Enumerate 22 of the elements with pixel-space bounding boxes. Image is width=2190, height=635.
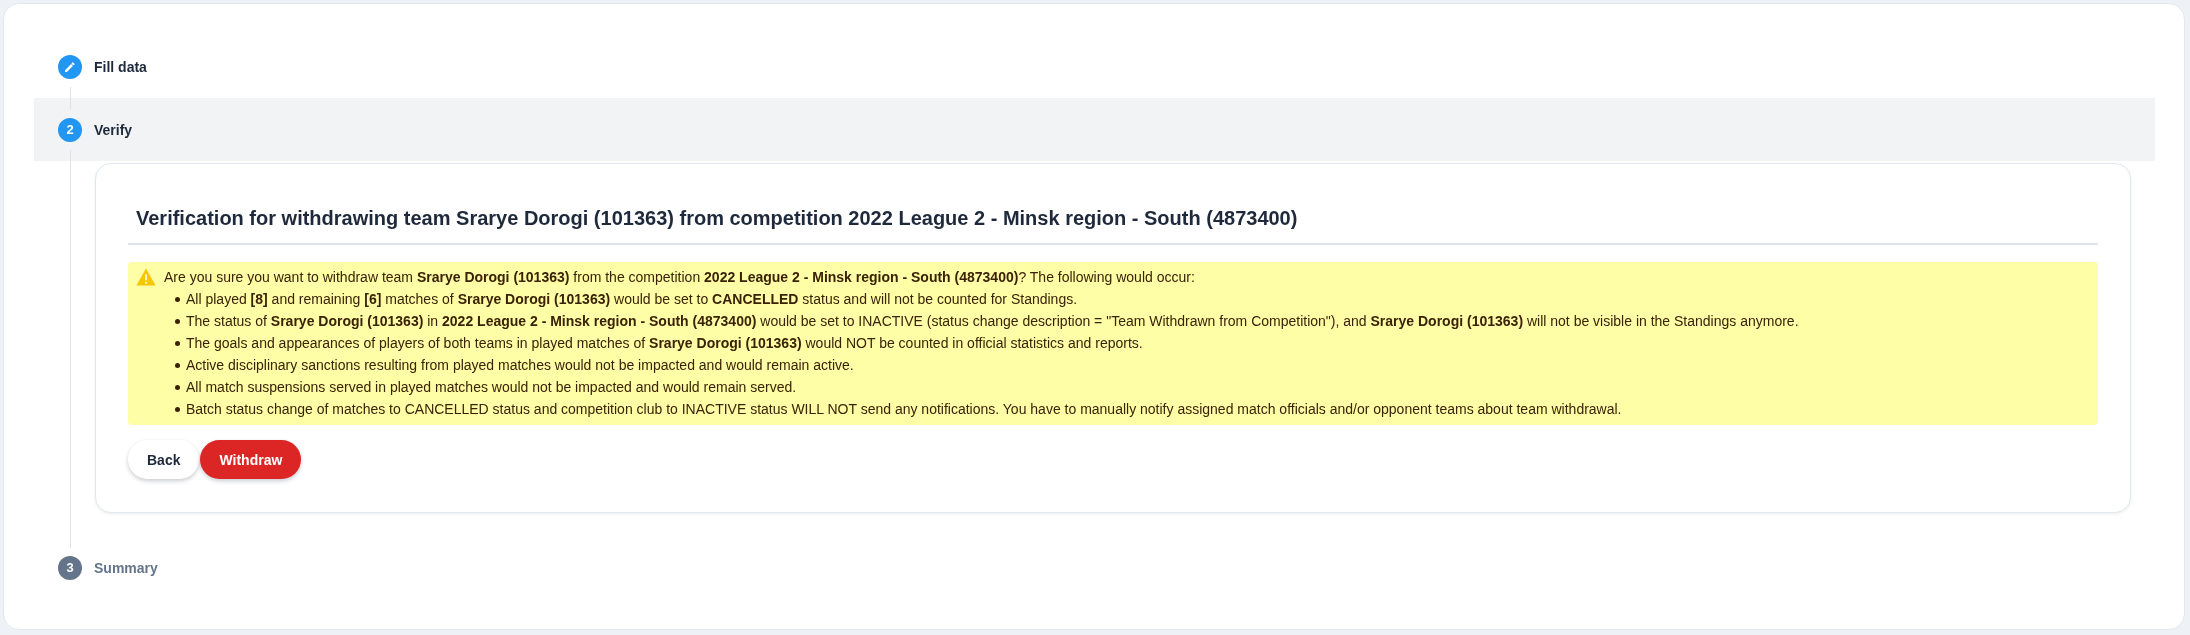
back-button[interactable]: Back [128, 440, 200, 479]
step-number: 2 [58, 117, 82, 142]
warning-icon [136, 268, 156, 286]
bullet-icon [175, 384, 180, 390]
consequence-text: The goals and appearances of players of both teams in played matches of Srarye Dorogi (101363) would NOT be counted in official statistics and reports. [186, 334, 1143, 353]
consequence-text: All match suspensions served in played matches would not be impacted and would remain served. [186, 378, 797, 397]
consequence-text: Batch status change of matches to CANCELLED status and competition club to INACTIVE status WILL NOT send any notifications. You have to manually notify assigned match officials and/or opponent teams about team withdrawal. [186, 400, 1622, 419]
step-label: Fill data [94, 58, 147, 75]
bullet-icon [175, 406, 180, 412]
step-number: 3 [58, 555, 82, 580]
withdraw-button[interactable]: Withdraw [200, 440, 302, 479]
warning-message: Are you sure you want to withdraw team Srarye Dorogi (101363) from the competition 2022 League 2 - Minsk region - South (4873400)? The following would occur: [164, 268, 1195, 287]
bullet-icon [175, 362, 180, 368]
consequence-text: The status of Srarye Dorogi (101363) in 2022 League 2 - Minsk region - South (4873400) would be set to INACTIVE (status change description = "Team Withdrawn from Competition"), and Srarye Dorogi (101363) will not be visible in the Standings anymore. [186, 312, 1799, 331]
consequence-text: Active disciplinary sanctions resulting from played matches would not be impacted and would remain active. [186, 356, 854, 375]
bullet-icon [175, 296, 180, 302]
bullet-icon [175, 318, 180, 324]
bullet-icon [175, 340, 180, 346]
step-label: Summary [94, 559, 158, 576]
card-title: Verification for withdrawing team Srarye Dorogi (101363) from competition 2022 League 2 - Minsk region - South (4873400) [135, 206, 1299, 231]
consequence-text: All played [8] and remaining [6] matches of Srarye Dorogi (101363) would be set to CANCELLED status and will not be counted for Standings. [186, 290, 1078, 309]
step-label: Verify [94, 121, 133, 138]
